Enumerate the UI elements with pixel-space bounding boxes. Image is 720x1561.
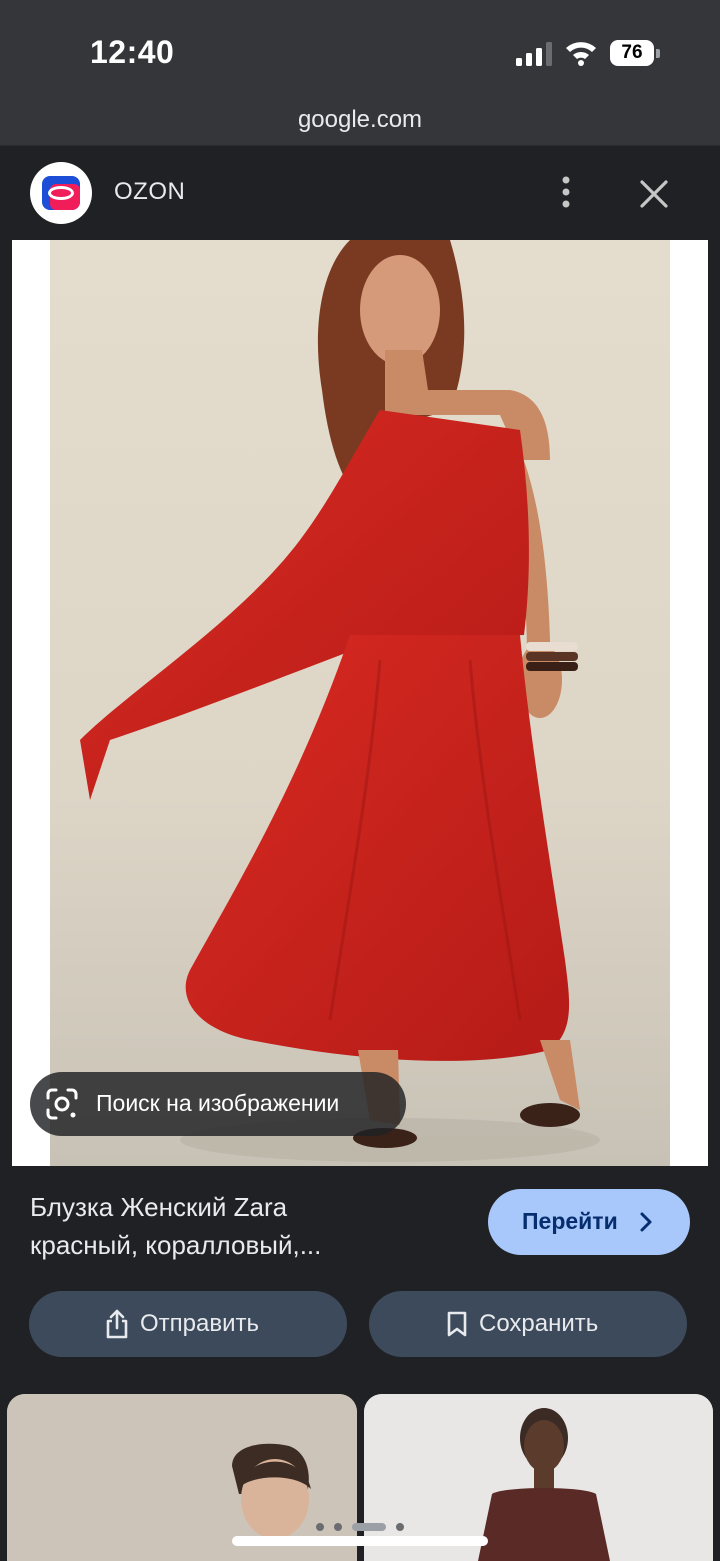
visit-button[interactable]: Перейти [488,1189,690,1255]
status-bar: 12:40 76 [0,0,720,100]
battery-level: 76 [621,42,643,63]
bookmark-icon [447,1311,467,1337]
home-indicator[interactable] [232,1536,488,1546]
search-in-image-label: Поиск на изображении [96,1090,340,1116]
share-icon [106,1309,128,1339]
share-label: Отправить [140,1310,260,1337]
url-bar[interactable]: google.com [0,100,720,146]
battery-icon: 76 [610,40,660,66]
system-nav-bar [0,1500,720,1561]
site-name[interactable]: OZON [114,178,185,206]
signal-icon [516,42,552,66]
url-text: google.com [297,106,423,133]
image-preview[interactable] [12,240,708,1166]
product-photo [50,240,670,1166]
ozon-logo-icon[interactable] [30,162,92,224]
result-title-line1: Блузка Женский Zara [30,1192,288,1222]
share-button[interactable]: Отправить [29,1291,347,1357]
search-in-image-button[interactable]: Поиск на изображении [30,1072,406,1136]
result-title-line2: красный, коралловый,... [30,1230,322,1260]
visit-button-label: Перейти [522,1208,618,1234]
status-time: 12:40 [90,34,175,70]
result-title[interactable]: Блузка Женский Zara красный, коралловый,… [30,1188,470,1264]
result-header: OZON [0,146,720,240]
more-vertical-icon[interactable] [552,174,580,210]
save-label: Сохранить [479,1310,599,1337]
save-button[interactable]: Сохранить [369,1291,687,1357]
page-indicator-icon [316,1523,404,1531]
wifi-icon [566,42,596,66]
close-icon[interactable] [636,176,672,212]
chevron-right-icon [640,1212,652,1232]
google-lens-icon [46,1088,78,1120]
